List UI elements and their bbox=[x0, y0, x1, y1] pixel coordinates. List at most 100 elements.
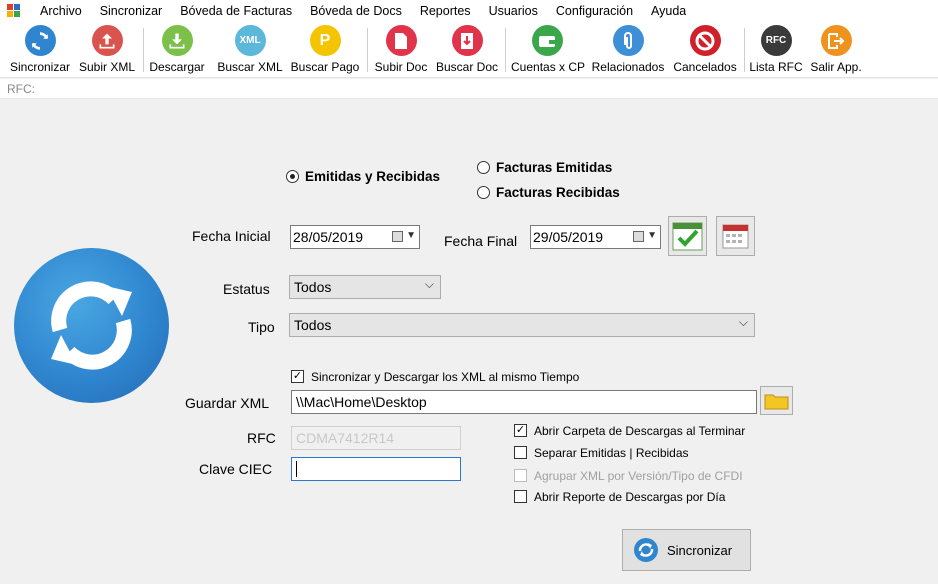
tool-label: Buscar Doc bbox=[435, 60, 499, 74]
separar-checkbox[interactable] bbox=[514, 446, 527, 459]
radio-emitidas-recibidas-label: Emitidas y Recibidas bbox=[305, 169, 441, 184]
fecha-inicial-picker[interactable]: 28/05/2019 ▼ bbox=[290, 225, 420, 249]
sync-download-checkbox[interactable]: ✓ bbox=[291, 370, 304, 383]
radio-facturas-emitidas[interactable] bbox=[477, 161, 490, 174]
radio-facturas-emitidas-label: Facturas Emitidas bbox=[496, 160, 613, 175]
guardar-xml-input[interactable]: \\Mac\Home\Desktop bbox=[291, 390, 757, 414]
toolbar-separator bbox=[744, 28, 745, 72]
salir-tool-button[interactable]: Salir App. bbox=[808, 25, 864, 75]
wallet-icon bbox=[531, 25, 563, 56]
document-search-icon bbox=[451, 25, 483, 56]
estatus-select[interactable]: Todos ⌵ bbox=[289, 275, 441, 299]
buscar-doc-tool-button[interactable]: Buscar Doc bbox=[435, 25, 499, 75]
agrupar-checkbox bbox=[514, 469, 527, 482]
tool-label: Cancelados bbox=[673, 60, 737, 74]
buscar-pago-tool-button[interactable]: P Buscar Pago bbox=[290, 25, 360, 75]
menu-sincronizar[interactable]: Sincronizar bbox=[91, 0, 172, 22]
rfc-list-icon: RFC bbox=[760, 25, 792, 56]
abrir-carpeta-checkbox[interactable]: ✓ bbox=[514, 424, 527, 437]
calendar-icon bbox=[392, 231, 403, 242]
payment-search-icon: P bbox=[309, 25, 341, 56]
cancelados-tool-button[interactable]: Cancelados bbox=[672, 25, 738, 75]
menu-archivo[interactable]: Archivo bbox=[31, 0, 91, 22]
tipo-value: Todos bbox=[294, 317, 332, 333]
download-icon bbox=[161, 25, 193, 56]
text-cursor bbox=[296, 461, 297, 477]
relacionados-tool-button[interactable]: Relacionados bbox=[591, 25, 665, 75]
calendar-icon bbox=[633, 231, 644, 242]
sync-logo-icon bbox=[14, 248, 169, 403]
tool-label: Salir App. bbox=[810, 60, 862, 74]
abrir-reporte-checkbox[interactable] bbox=[514, 490, 527, 503]
paperclip-icon bbox=[612, 25, 644, 56]
descargar-tool-button[interactable]: Descargar bbox=[148, 25, 206, 75]
radio-emitidas-recibidas[interactable] bbox=[286, 170, 299, 183]
rfc-bar-label: RFC: bbox=[7, 82, 35, 96]
cuentas-cp-tool-button[interactable]: Cuentas x CP bbox=[511, 25, 586, 75]
fecha-inicial-value: 28/05/2019 bbox=[293, 229, 364, 245]
lista-rfc-tool-button[interactable]: RFC Lista RFC bbox=[749, 25, 803, 75]
tool-label: Buscar XML bbox=[217, 60, 283, 74]
rfc-field: CDMA7412R14 bbox=[291, 426, 461, 450]
clave-ciec-label: Clave CIEC bbox=[199, 461, 273, 477]
tipo-label: Tipo bbox=[248, 319, 275, 335]
abrir-carpeta-label: Abrir Carpeta de Descargas al Terminar bbox=[534, 424, 746, 438]
rfc-bar-field[interactable] bbox=[36, 80, 135, 97]
cancel-icon bbox=[689, 25, 721, 56]
menu-usuarios[interactable]: Usuarios bbox=[480, 0, 547, 22]
tool-label: Lista RFC bbox=[749, 60, 803, 74]
fecha-final-picker[interactable]: 29/05/2019 ▼ bbox=[530, 225, 661, 249]
menu-configuracion[interactable]: Configuración bbox=[547, 0, 642, 22]
calendar-check-button[interactable] bbox=[668, 216, 707, 256]
abrir-reporte-label: Abrir Reporte de Descargas por Día bbox=[534, 490, 726, 504]
menu-boveda-docs[interactable]: Bóveda de Docs bbox=[301, 0, 411, 22]
radio-facturas-recibidas-label: Facturas Recibidas bbox=[496, 185, 620, 200]
tool-label: Buscar Pago bbox=[290, 60, 360, 74]
tool-label: Cuentas x CP bbox=[511, 60, 586, 74]
chevron-down-icon: ⌵ bbox=[738, 315, 748, 329]
tipo-select[interactable]: Todos ⌵ bbox=[289, 313, 755, 337]
estatus-value: Todos bbox=[294, 279, 332, 295]
estatus-label: Estatus bbox=[223, 281, 270, 297]
toolbar: Sincronizar Subir XML Descargar XML Busc… bbox=[0, 22, 938, 78]
dropdown-arrow-icon: ▼ bbox=[406, 230, 416, 241]
sync-icon bbox=[634, 538, 658, 562]
subir-doc-tool-button[interactable]: Subir Doc bbox=[372, 25, 430, 75]
sincronizar-button-label: Sincronizar bbox=[667, 542, 733, 558]
guardar-xml-label: Guardar XML bbox=[185, 395, 270, 411]
fecha-final-value: 29/05/2019 bbox=[533, 229, 604, 245]
menu-reportes[interactable]: Reportes bbox=[411, 0, 480, 22]
sincronizar-button[interactable]: Sincronizar bbox=[622, 529, 751, 571]
sincronizar-tool-button[interactable]: Sincronizar bbox=[8, 25, 72, 75]
toolbar-separator bbox=[367, 28, 368, 72]
tool-label: Descargar bbox=[149, 60, 205, 74]
menu-boveda-facturas[interactable]: Bóveda de Facturas bbox=[171, 0, 301, 22]
subir-xml-tool-button[interactable]: Subir XML bbox=[78, 25, 136, 75]
folder-icon bbox=[764, 394, 789, 410]
calendar-button[interactable] bbox=[716, 216, 755, 256]
buscar-xml-tool-button[interactable]: XML Buscar XML bbox=[217, 25, 283, 75]
browse-folder-button[interactable] bbox=[760, 386, 793, 415]
radio-facturas-recibidas[interactable] bbox=[477, 186, 490, 199]
upload-icon bbox=[91, 25, 123, 56]
fecha-inicial-label: Fecha Inicial bbox=[192, 228, 271, 244]
sync-download-label: Sincronizar y Descargar los XML al mismo… bbox=[311, 370, 580, 384]
separar-label: Separar Emitidas | Recibidas bbox=[534, 446, 689, 460]
calendar-check-icon bbox=[672, 222, 703, 251]
tool-label: Relacionados bbox=[591, 60, 665, 74]
fecha-final-label: Fecha Final bbox=[444, 233, 518, 249]
dropdown-arrow-icon: ▼ bbox=[647, 230, 657, 241]
rfc-bar: RFC: bbox=[0, 79, 938, 99]
sync-icon bbox=[24, 25, 56, 56]
tool-label: Sincronizar bbox=[9, 60, 71, 74]
toolbar-separator bbox=[505, 28, 506, 72]
agrupar-label: Agrupar XML por Versión/Tipo de CFDI bbox=[534, 469, 743, 483]
menu-ayuda[interactable]: Ayuda bbox=[642, 0, 695, 22]
clave-ciec-input[interactable] bbox=[291, 457, 461, 481]
calendar-icon bbox=[722, 224, 749, 249]
rfc-label: RFC bbox=[247, 430, 276, 446]
xml-search-icon: XML bbox=[234, 25, 266, 56]
tool-label: Subir XML bbox=[78, 60, 136, 74]
exit-icon bbox=[820, 25, 852, 56]
app-icon bbox=[7, 4, 21, 18]
